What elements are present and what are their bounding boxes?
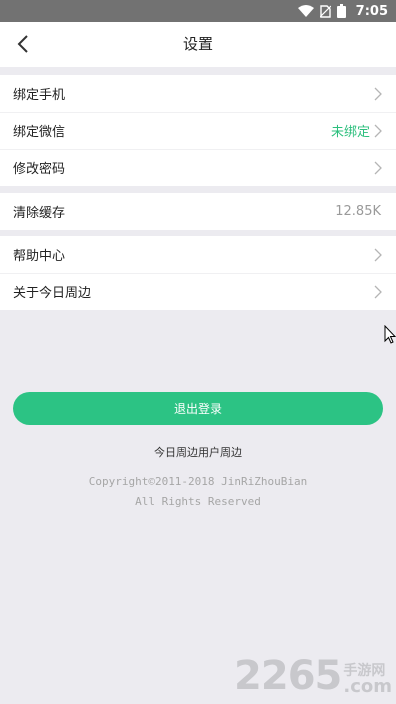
bind-phone-row[interactable]: 绑定手机	[0, 75, 396, 112]
copyright-line-2: All Rights Reserved	[135, 495, 261, 508]
chevron-right-icon	[374, 124, 382, 137]
help-center-row[interactable]: 帮助中心	[0, 236, 396, 273]
bind-wechat-row[interactable]: 绑定微信 未绑定	[0, 112, 396, 149]
watermark-side: 手游网 .com	[343, 664, 392, 696]
page-title: 设置	[182, 35, 213, 53]
about-row[interactable]: 关于今日周边	[0, 273, 396, 310]
watermark-number: 2265	[234, 653, 342, 699]
status-time: 7:05	[355, 3, 388, 19]
watermark-logo: 2265 手游网 .com	[234, 656, 392, 696]
chevron-right-icon	[374, 161, 382, 174]
wifi-icon	[297, 5, 314, 17]
change-password-row[interactable]: 修改密码	[0, 149, 396, 186]
footer-user-name: 今日周边用户周边	[154, 446, 242, 459]
clear-cache-row[interactable]: 清除缓存 12.85K	[0, 193, 396, 230]
change-password-label: 修改密码	[13, 162, 66, 177]
clear-cache-label: 清除缓存	[13, 206, 66, 221]
logout-button[interactable]: 退出登录	[13, 392, 383, 425]
battery-icon	[336, 4, 346, 18]
mouse-cursor-icon	[384, 325, 396, 344]
help-center-label: 帮助中心	[13, 249, 66, 264]
no-sim-icon	[319, 4, 331, 18]
chevron-right-icon	[374, 248, 382, 261]
nav-bar: 设置	[0, 22, 396, 67]
watermark-domain: .com	[343, 676, 392, 697]
cache-group: 清除缓存 12.85K	[0, 193, 396, 230]
about-label: 关于今日周边	[13, 286, 92, 301]
copyright-line-1: Copyright©2011-2018 JinRiZhouBian	[88, 475, 308, 488]
wechat-status: 未绑定	[330, 125, 370, 140]
chevron-right-icon	[374, 87, 382, 100]
status-bar: 7:05	[0, 0, 396, 22]
bind-phone-label: 绑定手机	[13, 88, 66, 103]
cache-size: 12.85K	[335, 204, 381, 219]
account-group: 绑定手机 绑定微信 未绑定 修改密码	[0, 75, 396, 186]
bind-wechat-label: 绑定微信	[13, 125, 66, 140]
chevron-right-icon	[374, 285, 382, 298]
about-group: 帮助中心 关于今日周边	[0, 236, 396, 310]
